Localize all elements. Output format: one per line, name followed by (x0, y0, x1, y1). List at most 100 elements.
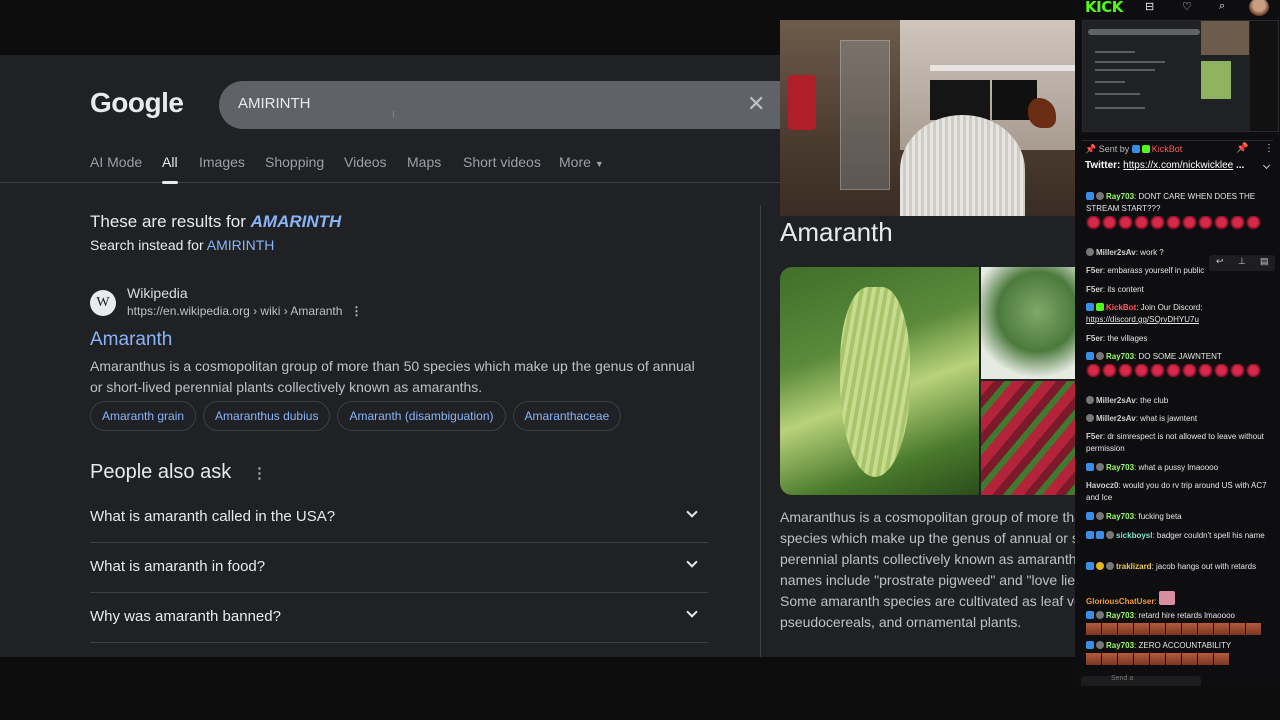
chat-message[interactable]: F5er: its content (1086, 284, 1270, 296)
tab-short-videos[interactable]: Short videos (463, 154, 541, 170)
search-instead: Search instead for AMIRINTH (90, 237, 274, 253)
kp-desc-line: pseudocereals, and ornamental plants. (780, 614, 1022, 630)
chat-username[interactable]: Miller2sAv (1096, 248, 1136, 257)
amaranth-red-image[interactable] (981, 381, 1075, 495)
tab-videos[interactable]: Videos (344, 154, 387, 170)
amaranth-leaf-image[interactable] (981, 267, 1075, 379)
pin-icon[interactable]: ⊥ (1238, 256, 1246, 267)
chat-username[interactable]: Ray703 (1106, 192, 1134, 201)
chat-username[interactable]: Ray703 (1106, 611, 1134, 620)
chat-username[interactable]: traklizard (1116, 562, 1152, 571)
emote-icon (1214, 216, 1229, 230)
pinned-link[interactable]: https://x.com/nickwicklee (1123, 160, 1233, 171)
knowledge-panel-divider (760, 205, 761, 657)
unpin-icon[interactable]: 📌 (1236, 143, 1248, 154)
emote-icon (1214, 364, 1229, 378)
chat-message[interactable]: Miller2sAv: the club (1086, 395, 1270, 407)
chat-username[interactable]: KickBot (1106, 303, 1136, 312)
corrected-term-link[interactable]: AMARINTH (251, 212, 342, 231)
chat-username[interactable]: GloriousChatUser (1086, 597, 1154, 606)
avatar[interactable] (1249, 0, 1269, 16)
tab-maps[interactable]: Maps (407, 154, 441, 170)
chat-message[interactable]: Ray703: what a pussy lmaoooo (1086, 462, 1270, 474)
kick-logo[interactable]: KICK (1085, 0, 1123, 16)
chat-message[interactable]: Ray703: fucking beta (1086, 511, 1270, 523)
search-icon[interactable]: ⌕ (1219, 0, 1225, 13)
emote-icon (1102, 364, 1117, 378)
chat-username[interactable]: Ray703 (1106, 352, 1134, 361)
emote-icon (1134, 364, 1149, 378)
more-vertical-icon[interactable]: ⋮ (1264, 143, 1274, 154)
chat-username[interactable]: Miller2sAv (1096, 396, 1136, 405)
chat-message[interactable]: F5er: the villages (1086, 333, 1270, 345)
tab-all[interactable]: All (162, 154, 178, 184)
badge-icon (1086, 463, 1094, 471)
chat-username[interactable]: F5er (1086, 266, 1103, 275)
chip-amaranthus-dubius[interactable]: Amaranthus dubius (203, 401, 331, 431)
chat-message[interactable]: Ray703: retard hire retards lmaoooo (1086, 610, 1270, 635)
tab-shopping[interactable]: Shopping (265, 154, 324, 170)
chat-username[interactable]: Ray703 (1106, 463, 1134, 472)
emote-icon (1246, 623, 1261, 635)
tab-ai-mode[interactable]: AI Mode (90, 154, 142, 170)
paa-question[interactable]: Why was amaranth banned? (90, 593, 708, 643)
search-box[interactable]: AMIRINTH ✕ (219, 81, 809, 129)
chat-username[interactable]: Miller2sAv (1096, 414, 1136, 423)
chat-message[interactable]: Miller2sAv: what is jawntent (1086, 413, 1270, 425)
chat-input[interactable]: Send a (1081, 675, 1201, 686)
amaranth-main-image[interactable] (780, 267, 979, 495)
tab-images[interactable]: Images (199, 154, 245, 170)
chat-username[interactable]: Ray703 (1106, 512, 1134, 521)
chat-message[interactable]: sickboysl: badger couldn't spell his nam… (1086, 530, 1270, 542)
paa-more-icon[interactable]: ⋮ (252, 464, 267, 482)
chat-username[interactable]: F5er (1086, 432, 1103, 441)
chat-message[interactable]: GloriousChatUser: (1086, 591, 1270, 608)
badge-icon (1096, 352, 1104, 360)
chat-username[interactable]: F5er (1086, 334, 1103, 343)
chat-username[interactable]: Havocz0 (1086, 481, 1118, 490)
result-url[interactable]: https://en.wikipedia.org › wiki › Amaran… (127, 304, 362, 318)
emote-icon (1086, 216, 1101, 230)
chip-amaranthaceae[interactable]: Amaranthaceae (512, 401, 622, 431)
knowledge-panel-description: Amaranthus is a cosmopolitan group of mo… (780, 507, 1075, 633)
chat-message[interactable]: Ray703: DO SOME JAWNTENT (1086, 351, 1270, 378)
chip-amaranth-disambiguation[interactable]: Amaranth (disambiguation) (337, 401, 506, 431)
chat-message[interactable]: Ray703: DONT CARE WHEN DOES THE STREAM S… (1086, 191, 1270, 230)
result-title-link[interactable]: Amaranth (90, 329, 172, 351)
search-input[interactable]: AMIRINTH (238, 95, 311, 112)
chevron-down-icon (686, 556, 698, 568)
chat-message[interactable]: Havocz0: would you do rv trip around US … (1086, 480, 1270, 504)
tab-more[interactable]: More ▼ (559, 154, 604, 170)
stream-preview[interactable] (1082, 20, 1279, 132)
result-more-icon[interactable]: ⋮ (350, 304, 362, 318)
chat-message[interactable]: traklizard: jacob hangs out with retards (1086, 561, 1270, 573)
chat-message[interactable]: KickBot: Join Our Discord: https://disco… (1086, 302, 1270, 326)
badge-icon (1086, 396, 1094, 404)
google-logo[interactable]: Google (90, 87, 184, 119)
preview-line (1095, 81, 1125, 83)
webcam-red-shirt (788, 75, 816, 130)
emote-icon (1150, 216, 1165, 230)
paa-question[interactable]: What is amaranth called in the USA? (90, 493, 708, 543)
chat-username[interactable]: Ray703 (1106, 641, 1134, 650)
gift-icon[interactable]: ⊟ (1145, 0, 1154, 13)
chat-message[interactable]: Ray703: ZERO ACCOUNTABILITY (1086, 640, 1270, 665)
preview-line (1095, 93, 1140, 95)
chat-username[interactable]: F5er (1086, 285, 1103, 294)
wikipedia-favicon-icon[interactable]: W (90, 290, 116, 316)
chat-message[interactable]: F5er: dr simrespect is not allowed to le… (1086, 431, 1270, 455)
chat-username[interactable]: sickboysl (1116, 531, 1152, 540)
chevron-down-icon[interactable] (1262, 161, 1271, 170)
pinned-sender-name[interactable]: KickBot (1152, 144, 1183, 154)
reply-icon[interactable]: ↩ (1216, 256, 1224, 267)
delete-icon[interactable]: ▤ (1260, 256, 1269, 267)
heart-icon[interactable]: ♡ (1182, 0, 1192, 13)
clear-search-icon[interactable]: ✕ (747, 91, 765, 117)
preview-image (1201, 61, 1231, 99)
search-instead-link[interactable]: AMIRINTH (207, 237, 275, 253)
paa-question[interactable]: What is amaranth in food? (90, 543, 708, 593)
chat-link[interactable]: https://discord.gg/SQrvDHYU7u (1086, 315, 1199, 324)
emote-icon (1158, 591, 1175, 605)
result-site-name[interactable]: Wikipedia (127, 285, 188, 301)
chip-amaranth-grain[interactable]: Amaranth grain (90, 401, 197, 431)
